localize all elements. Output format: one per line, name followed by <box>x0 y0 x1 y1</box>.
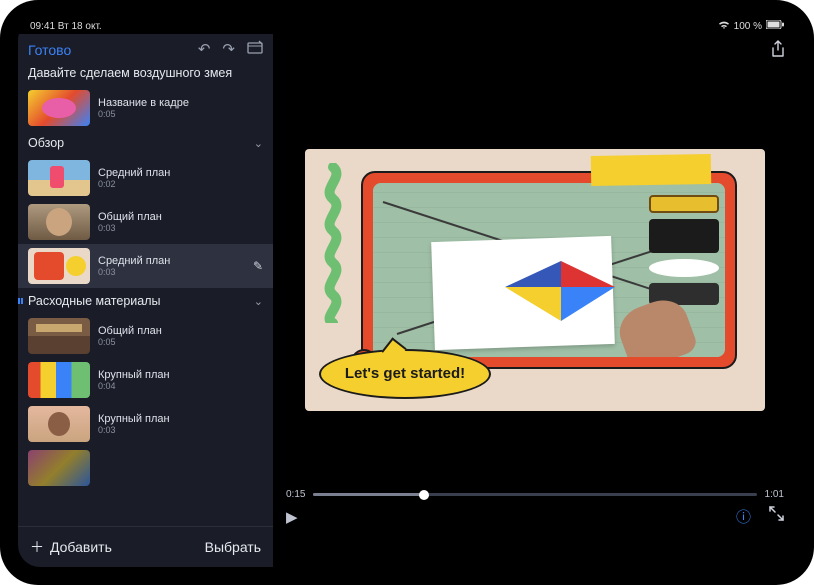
clip-label: Крупный план <box>98 413 170 425</box>
wifi-icon <box>718 20 730 33</box>
sidebar: Готово ↶ ↷ Давайте сделаем воздушного зм… <box>18 34 274 567</box>
preview-pane: Let's get started! 0:15 1:01 ▶ <box>274 34 796 567</box>
section-title: Расходные материалы <box>28 294 161 308</box>
clip-duration: 0:03 <box>98 267 170 277</box>
timeline-track[interactable] <box>313 493 756 496</box>
clip-duration: 0:03 <box>98 223 162 233</box>
clip-row[interactable]: Средний план 0:02 <box>18 156 273 200</box>
clip-thumbnail <box>28 450 90 486</box>
clip-duration: 0:02 <box>98 179 170 189</box>
section-header-supplies[interactable]: Расходные материалы ⌄ <box>18 288 273 314</box>
playhead[interactable] <box>419 490 429 500</box>
edit-icon[interactable]: ✎ <box>253 259 263 273</box>
project-title: Давайте сделаем воздушного змея <box>18 62 273 86</box>
clip-thumbnail <box>28 204 90 240</box>
add-button[interactable]: ＋ Добавить <box>30 537 112 557</box>
speech-bubble: Let's get started! <box>319 349 491 399</box>
share-icon[interactable] <box>770 40 786 63</box>
clip-row[interactable]: Средний план 0:03 ✎ <box>18 244 273 288</box>
plus-icon: ＋ <box>30 537 44 557</box>
clip-row[interactable]: Крупный план 0:03 <box>18 402 273 446</box>
chevron-down-icon: ⌄ <box>254 137 263 150</box>
battery-icon <box>766 20 784 32</box>
clip-label: Крупный план <box>98 369 170 381</box>
add-label: Добавить <box>50 539 112 555</box>
kite-graphic <box>505 261 615 341</box>
clip-duration: 0:05 <box>98 109 189 119</box>
clip-thumbnail <box>28 90 90 126</box>
clip-row[interactable] <box>18 446 273 490</box>
select-button[interactable]: Выбрать <box>205 539 261 555</box>
clip-label: Средний план <box>98 167 170 179</box>
clip-duration: 0:05 <box>98 337 162 347</box>
play-icon[interactable]: ▶ <box>286 508 298 526</box>
clip-thumbnail <box>28 248 90 284</box>
bubble-text: Let's get started! <box>345 365 465 382</box>
clip-duration: 0:03 <box>98 425 170 435</box>
storyboard-icon[interactable] <box>247 40 263 60</box>
chevron-down-icon: ⌄ <box>254 295 263 308</box>
clip-label: Средний план <box>98 255 170 267</box>
status-bar: 09:41 Вт 18 окт. 100 % <box>18 18 796 34</box>
time-total: 1:01 <box>765 489 784 500</box>
battery-percent: 100 % <box>734 21 762 32</box>
clip-row[interactable]: Общий план 0:05 <box>18 314 273 358</box>
info-icon[interactable]: ⓘ <box>736 506 751 527</box>
clip-thumbnail <box>28 362 90 398</box>
squiggle-decoration <box>311 163 355 323</box>
clip-label: Общий план <box>98 325 162 337</box>
clip-thumbnail <box>28 318 90 354</box>
status-time: 09:41 Вт 18 окт. <box>30 21 102 32</box>
tape-decoration <box>591 153 712 185</box>
clip-label: Название в кадре <box>98 97 189 109</box>
section-title: Обзор <box>28 136 64 150</box>
selection-marker <box>18 298 26 304</box>
clip-row[interactable]: Крупный план 0:04 <box>18 358 273 402</box>
preview-canvas: Let's get started! <box>305 149 765 411</box>
photo-frame <box>361 171 737 369</box>
section-header-overview[interactable]: Обзор ⌄ <box>18 130 273 156</box>
done-button[interactable]: Готово <box>28 42 71 58</box>
clip-thumbnail <box>28 160 90 196</box>
clip-row[interactable]: Общий план 0:03 <box>18 200 273 244</box>
redo-icon[interactable]: ↷ <box>222 40 235 60</box>
clip-duration: 0:04 <box>98 381 170 391</box>
clip-label: Общий план <box>98 211 162 223</box>
clip-thumbnail <box>28 406 90 442</box>
fullscreen-icon[interactable] <box>769 506 784 527</box>
clip-row[interactable]: Название в кадре 0:05 <box>18 86 273 130</box>
undo-icon[interactable]: ↶ <box>198 40 211 60</box>
time-current: 0:15 <box>286 489 305 500</box>
